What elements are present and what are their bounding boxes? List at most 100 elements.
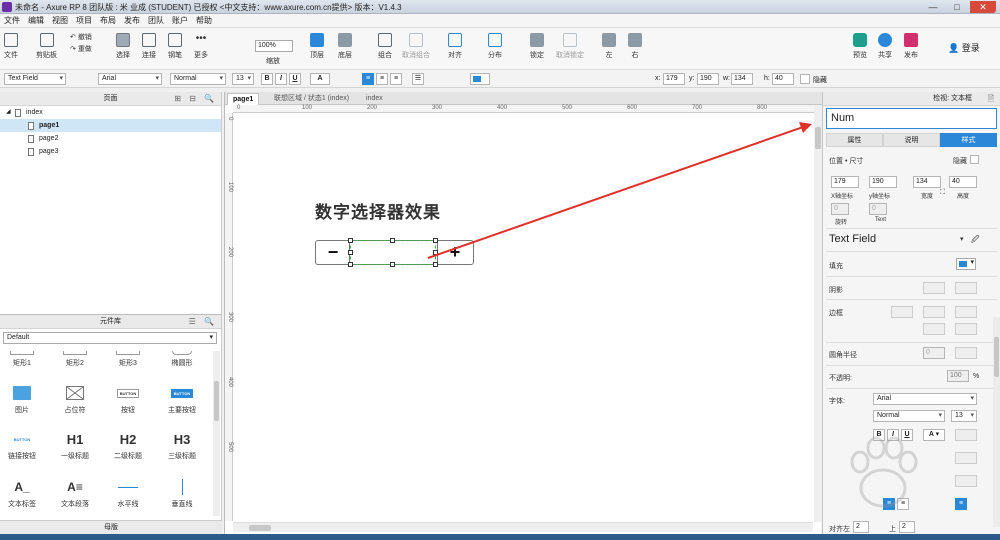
canvas-heading[interactable]: 数字选择器效果	[315, 198, 441, 223]
notes-icon[interactable]: 🗎	[988, 92, 994, 106]
inspector-scroll-thumb[interactable]	[994, 337, 999, 377]
arrow-style-control[interactable]	[955, 323, 977, 335]
undo-button[interactable]: ↶ 撤销	[70, 32, 92, 42]
w-input[interactable]: 134	[731, 73, 753, 85]
page-page3[interactable]: page3	[0, 145, 221, 158]
font-shadow-control[interactable]	[955, 429, 977, 441]
canvas-h-scroll-thumb[interactable]	[249, 525, 271, 531]
border-width-control[interactable]	[923, 306, 945, 318]
bring-to-top-button[interactable]: 顶层	[310, 31, 324, 60]
tab-page1[interactable]: page1	[227, 93, 260, 105]
corner-radius-input[interactable]: 0	[923, 347, 945, 359]
opacity-input[interactable]: 100	[947, 370, 969, 382]
left-button[interactable]: 左	[602, 31, 616, 60]
publish-button[interactable]: 发布	[904, 31, 918, 60]
resize-handle-tr[interactable]	[433, 238, 438, 243]
maximize-button[interactable]: □	[946, 1, 968, 13]
collapse-icon[interactable]: ◢	[6, 106, 11, 119]
menu-view[interactable]: 视图	[48, 14, 72, 28]
connect-button[interactable]: 连接	[142, 31, 156, 60]
tab-properties[interactable]: 属性	[826, 133, 883, 147]
align-right-button[interactable]: ≡	[390, 73, 402, 85]
menu-publish[interactable]: 发布	[120, 14, 144, 28]
page-index[interactable]: ◢ index	[0, 106, 221, 119]
minimize-button[interactable]: —	[922, 1, 944, 13]
library-scroll-thumb[interactable]	[214, 381, 219, 421]
widget-ellipse[interactable]: 椭圆形	[164, 351, 200, 368]
resize-handle-br[interactable]	[433, 262, 438, 267]
library-menu-icon[interactable]: ☰ 🔍	[189, 315, 217, 329]
pen-button[interactable]: 钢笔	[168, 31, 182, 60]
bullet-button[interactable]: ☰	[412, 73, 424, 85]
y-coordinate-input[interactable]: 190	[869, 176, 897, 188]
font-size-select[interactable]: 13	[232, 73, 254, 85]
hidden-checkbox[interactable]	[800, 74, 810, 84]
widget-name-input[interactable]: Num	[826, 108, 997, 129]
redo-button[interactable]: ↷ 重做	[70, 44, 92, 54]
style-dropdown-icon[interactable]: ▾	[960, 235, 964, 243]
menu-help[interactable]: 帮助	[192, 14, 216, 28]
text-color-button[interactable]: A	[310, 73, 330, 85]
resize-handle-r[interactable]	[433, 250, 438, 255]
inspector-scrollbar[interactable]	[993, 317, 1000, 527]
minus-button[interactable]: −	[316, 241, 350, 264]
page-page1[interactable]: page1	[0, 119, 221, 132]
fill-color-button[interactable]	[470, 73, 490, 85]
border-visibility-control[interactable]	[923, 323, 945, 335]
underline-button[interactable]: U	[289, 73, 301, 85]
design-canvas[interactable]	[234, 114, 814, 521]
fill-color-picker[interactable]	[956, 258, 976, 270]
widget-paragraph[interactable]: A≡ 文本段落	[57, 479, 93, 509]
canvas-horizontal-scrollbar[interactable]	[233, 522, 813, 532]
widget-h1[interactable]: H1 一级标题	[57, 431, 93, 461]
border-style-control[interactable]	[955, 306, 977, 318]
tab-style[interactable]: 样式	[940, 133, 997, 147]
menu-account[interactable]: 账户	[168, 14, 192, 28]
italic-button[interactable]: I	[275, 73, 287, 85]
align-center-button[interactable]: ≡	[376, 73, 388, 85]
library-scrollbar[interactable]	[213, 351, 220, 516]
font-family-select[interactable]: Arial	[98, 73, 162, 85]
height-input[interactable]: 40	[949, 176, 977, 188]
padding-left-input[interactable]: 2	[853, 521, 869, 533]
resize-handle-b[interactable]	[390, 262, 395, 267]
widget-primary-button[interactable]: BUTTON 主要按钮	[164, 385, 200, 415]
widget-hline[interactable]: 水平线	[110, 479, 146, 509]
h-input[interactable]: 40	[772, 73, 794, 85]
widget-h2[interactable]: H2 二级标题	[110, 431, 146, 461]
resize-handle-l[interactable]	[348, 250, 353, 255]
resize-handle-tl[interactable]	[348, 238, 353, 243]
widget-image[interactable]: 图片	[4, 385, 40, 415]
border-color-control[interactable]	[891, 306, 913, 318]
canvas-vertical-scrollbar[interactable]	[814, 105, 822, 522]
style-name[interactable]: Text Field	[829, 233, 876, 245]
x-coordinate-input[interactable]: 179	[831, 176, 859, 188]
distribute-button[interactable]: 分布	[488, 31, 502, 60]
clipboard-button[interactable]: 剪贴板	[36, 31, 57, 60]
font-style-select[interactable]: Normal	[170, 73, 226, 85]
align-top-button[interactable]: ≡	[955, 498, 967, 510]
file-button[interactable]: 文件	[4, 31, 18, 60]
unlock-button[interactable]: 取消锁定	[556, 31, 584, 60]
bold-button[interactable]: B	[261, 73, 273, 85]
group-button[interactable]: 组合	[378, 31, 392, 60]
library-select[interactable]: Default	[3, 332, 217, 344]
page-page2[interactable]: page2	[0, 132, 221, 145]
widget-rect2[interactable]: 矩形2	[57, 351, 93, 368]
widget-text-label[interactable]: A_ 文本标签	[4, 479, 40, 509]
rotation-input[interactable]: 0	[831, 203, 849, 215]
align-button[interactable]: 对齐	[448, 31, 462, 60]
y-input[interactable]: 190	[697, 73, 719, 85]
resize-handle-t[interactable]	[390, 238, 395, 243]
hidden-checkbox[interactable]	[970, 155, 979, 164]
padding-top-input[interactable]: 2	[899, 521, 915, 533]
font-style-select[interactable]: Normal	[873, 410, 945, 422]
widget-button[interactable]: BUTTON 按钮	[110, 385, 146, 415]
text-rotation-input[interactable]: 0	[869, 203, 887, 215]
share-button[interactable]: 共享	[878, 31, 892, 60]
widget-link-button[interactable]: BUTTON 链接按钮	[4, 431, 40, 461]
plus-button[interactable]: +	[438, 241, 472, 264]
tab-notes[interactable]: 说明	[883, 133, 940, 147]
menu-edit[interactable]: 编辑	[24, 14, 48, 28]
widget-style-select[interactable]: Text Field	[4, 73, 66, 85]
